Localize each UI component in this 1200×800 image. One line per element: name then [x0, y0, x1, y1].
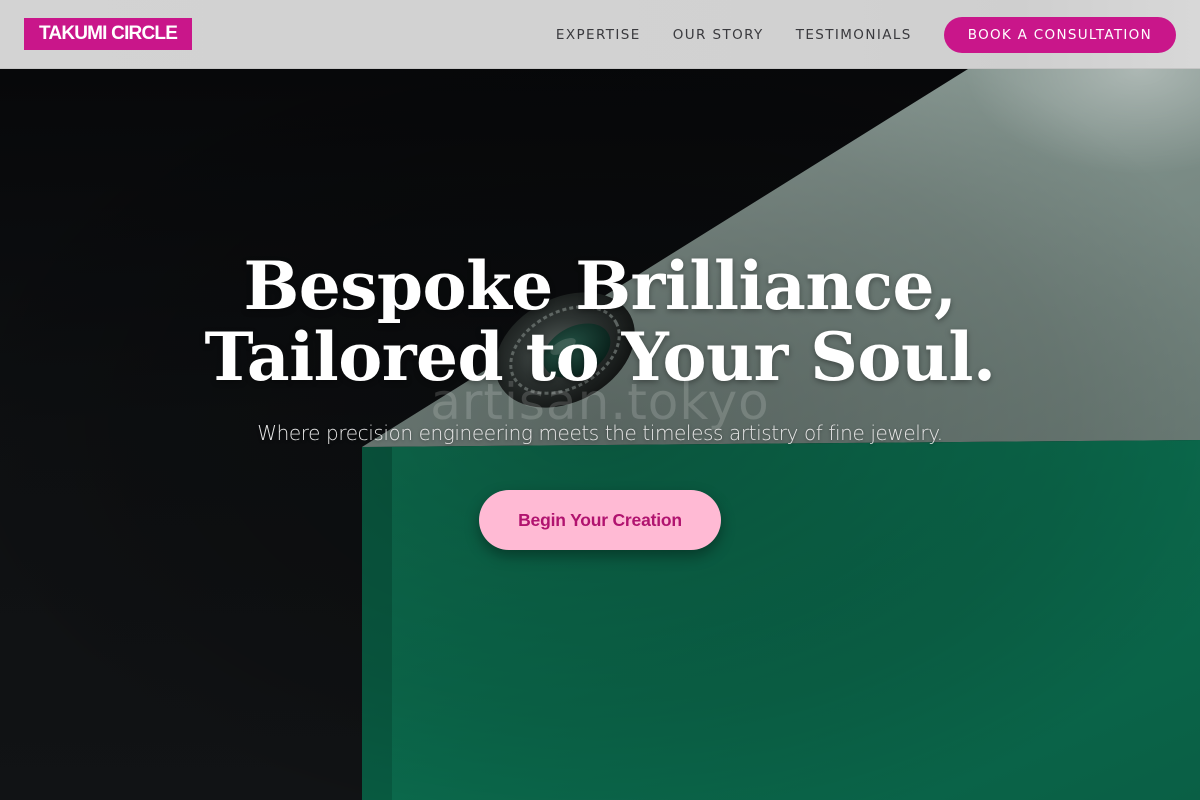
book-consultation-button[interactable]: BOOK A CONSULTATION — [943, 16, 1176, 53]
hero-subtitle: Where precision engineering meets the ti… — [257, 421, 943, 445]
main-nav: EXPERTISE OUR STORY TESTIMONIALS BOOK A … — [556, 0, 1176, 69]
hero-section: Bespoke Brilliance, Tailored to Your Sou… — [0, 69, 1200, 800]
nav-link-our-story[interactable]: OUR STORY — [673, 27, 764, 43]
begin-creation-button[interactable]: Begin Your Creation — [479, 490, 721, 550]
hero-title-line-1: Bespoke Brilliance, — [243, 247, 957, 325]
logo[interactable]: TAKUMI CIRCLE — [24, 18, 193, 50]
site-header: TAKUMI CIRCLE EXPERTISE OUR STORY TESTIM… — [0, 0, 1200, 69]
hero-title: Bespoke Brilliance, Tailored to Your Sou… — [0, 251, 1200, 393]
nav-link-expertise[interactable]: EXPERTISE — [556, 27, 641, 43]
nav-link-testimonials[interactable]: TESTIMONIALS — [796, 27, 912, 43]
